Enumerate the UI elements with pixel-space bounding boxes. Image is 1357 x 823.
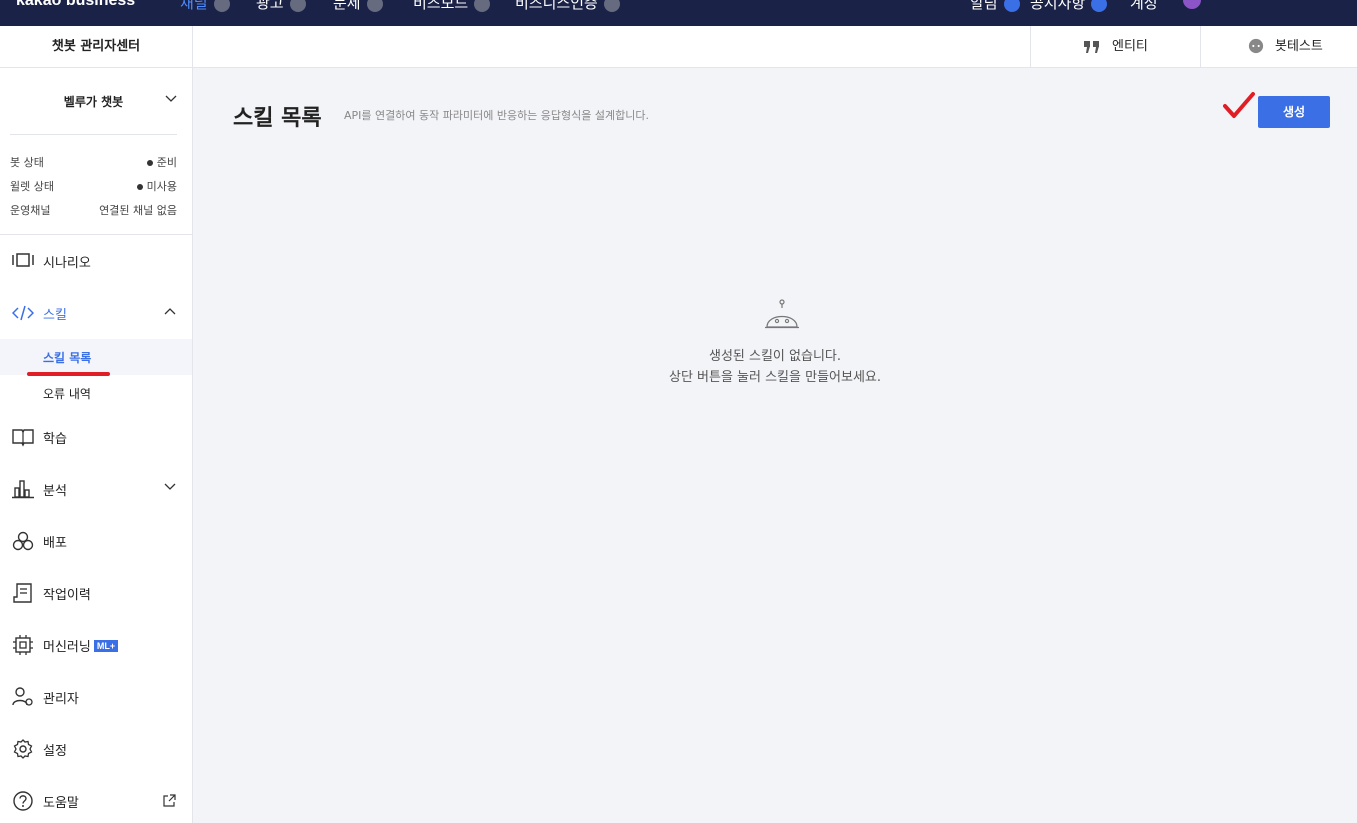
page-title: 스킬 목록	[233, 106, 322, 131]
status-label: 운영채널	[10, 204, 51, 217]
sidebar-item-label: 시나리오	[43, 256, 91, 271]
nav-badge-icon	[213, 0, 230, 13]
sidebar-item-deploy[interactable]: 배포	[0, 521, 192, 561]
sidebar-item-label: 머신러닝	[43, 640, 91, 655]
chevron-down-icon	[164, 483, 176, 490]
admin-header: 챗봇 관리자센터 엔티티 봇테스트	[0, 26, 1357, 68]
external-link-icon	[163, 794, 176, 807]
top-nav-issue[interactable]: 문제	[333, 0, 383, 13]
bottest-button[interactable]: 봇테스트	[1200, 26, 1357, 67]
sidebar-item-label: 관리자	[43, 692, 79, 707]
ml-plus-badge: ML+	[93, 640, 119, 652]
status-wallet: 윌렛 상태 미사용	[10, 178, 177, 194]
top-nav-certification[interactable]: 비즈니스인증	[515, 0, 620, 13]
scenario-icon	[12, 253, 34, 267]
quote-icon	[1084, 41, 1099, 53]
bot-name: 벨루가 챗봇	[63, 95, 124, 109]
document-icon	[13, 583, 32, 603]
kakao-business-logo[interactable]: kakao business	[16, 0, 135, 10]
avatar[interactable]	[1183, 0, 1201, 9]
top-nav-bizboard[interactable]: 비즈보드	[413, 0, 491, 13]
nav-badge-icon	[366, 0, 383, 13]
status-value: 연결된 채널 없음	[99, 204, 177, 217]
sidebar-item-label: 분석	[43, 484, 67, 499]
code-icon	[12, 305, 34, 321]
sidebar-subitem-error-log[interactable]: 오류 내역	[0, 375, 192, 411]
sidebar-item-learning[interactable]: 학습	[0, 417, 192, 457]
top-nav-notices[interactable]: 공지사항	[1030, 0, 1108, 13]
sidebar-item-label: 설정	[43, 744, 67, 759]
top-nav-bar: kakao business 채널 광고 문제 비즈보드 비즈니스인증 알림 공…	[0, 0, 1357, 26]
sidebar-item-label: 도움말	[43, 796, 79, 811]
notice-badge-icon	[1091, 0, 1108, 13]
status-value: 미사용	[146, 180, 177, 193]
gear-icon	[13, 739, 33, 759]
sidebar-item-skill[interactable]: 스킬	[0, 293, 192, 333]
help-icon	[13, 791, 33, 811]
main-content: 스킬 목록 API를 연결하여 동작 파라미터에 반응하는 응답형식을 설계합니…	[193, 68, 1357, 823]
status-dot-icon	[146, 160, 153, 166]
sidebar-item-scenario[interactable]: 시나리오	[0, 241, 192, 281]
annotation-checkmark-icon	[1223, 92, 1255, 118]
sidebar-subitem-label: 스킬 목록	[43, 351, 92, 365]
bot-selector[interactable]: 벨루가 챗봇	[10, 68, 177, 135]
empty-message-title: 생성된 스킬이 없습니다.	[709, 349, 841, 364]
sidebar-item-label: 스킬	[43, 308, 67, 323]
sidebar-subitem-label: 오류 내역	[43, 387, 91, 401]
sidebar-item-label: 배포	[43, 536, 67, 551]
top-nav-account[interactable]: 계정	[1130, 0, 1158, 13]
bar-chart-icon	[12, 480, 34, 499]
nav-badge-icon	[474, 0, 491, 13]
admin-center-title[interactable]: 챗봇 관리자센터	[0, 26, 193, 67]
sidebar-item-history[interactable]: 작업이력	[0, 573, 192, 613]
chip-icon	[13, 635, 33, 655]
sidebar-item-analysis[interactable]: 분석	[0, 469, 192, 509]
status-channel: 운영채널 연결된 채널 없음	[10, 202, 177, 218]
nav-badge-icon	[289, 0, 306, 13]
sidebar-item-label: 학습	[43, 432, 67, 447]
empty-message-hint: 상단 버튼을 눌러 스킬을 만들어보세요.	[668, 370, 882, 385]
bottest-label: 봇테스트	[1275, 39, 1323, 54]
sidebar-item-machine-learning[interactable]: 머신러닝 ML+	[0, 625, 192, 665]
deploy-icon	[12, 531, 34, 551]
status-label: 윌렛 상태	[10, 180, 54, 193]
top-nav-alerts[interactable]: 알림	[970, 0, 1020, 13]
nav-badge-icon	[603, 0, 620, 13]
top-nav-channel[interactable]: 채널	[180, 0, 230, 13]
top-nav-ads[interactable]: 광고	[256, 0, 306, 13]
status-bot: 봇 상태 준비	[10, 154, 177, 170]
alert-badge-icon	[1003, 0, 1020, 13]
chevron-up-icon	[164, 308, 176, 315]
book-icon	[12, 429, 34, 447]
sidebar: 벨루가 챗봇 봇 상태 준비 윌렛 상태 미사용 운영채널 연결된 채널 없음 …	[0, 68, 193, 823]
status-dot-icon	[136, 184, 143, 190]
sidebar-item-settings[interactable]: 설정	[0, 729, 192, 769]
create-skill-button[interactable]: 생성	[1258, 96, 1330, 128]
entity-button[interactable]: 엔티티	[1030, 26, 1200, 67]
sidebar-item-admin[interactable]: 관리자	[0, 677, 192, 717]
page-description: API를 연결하여 동작 파라미터에 반응하는 응답형식을 설계합니다.	[344, 109, 649, 122]
sidebar-subitem-skill-list[interactable]: 스킬 목록	[0, 339, 192, 375]
chat-bubble-icon	[1248, 38, 1264, 54]
sidebar-item-label: 작업이력	[43, 588, 91, 603]
user-gear-icon	[12, 687, 33, 706]
robot-icon	[765, 299, 799, 329]
status-value: 준비	[156, 156, 177, 169]
chevron-down-icon	[165, 95, 177, 102]
status-label: 봇 상태	[10, 156, 44, 169]
sidebar-item-help[interactable]: 도움말	[0, 781, 192, 821]
divider	[0, 234, 192, 235]
entity-label: 엔티티	[1112, 39, 1148, 54]
